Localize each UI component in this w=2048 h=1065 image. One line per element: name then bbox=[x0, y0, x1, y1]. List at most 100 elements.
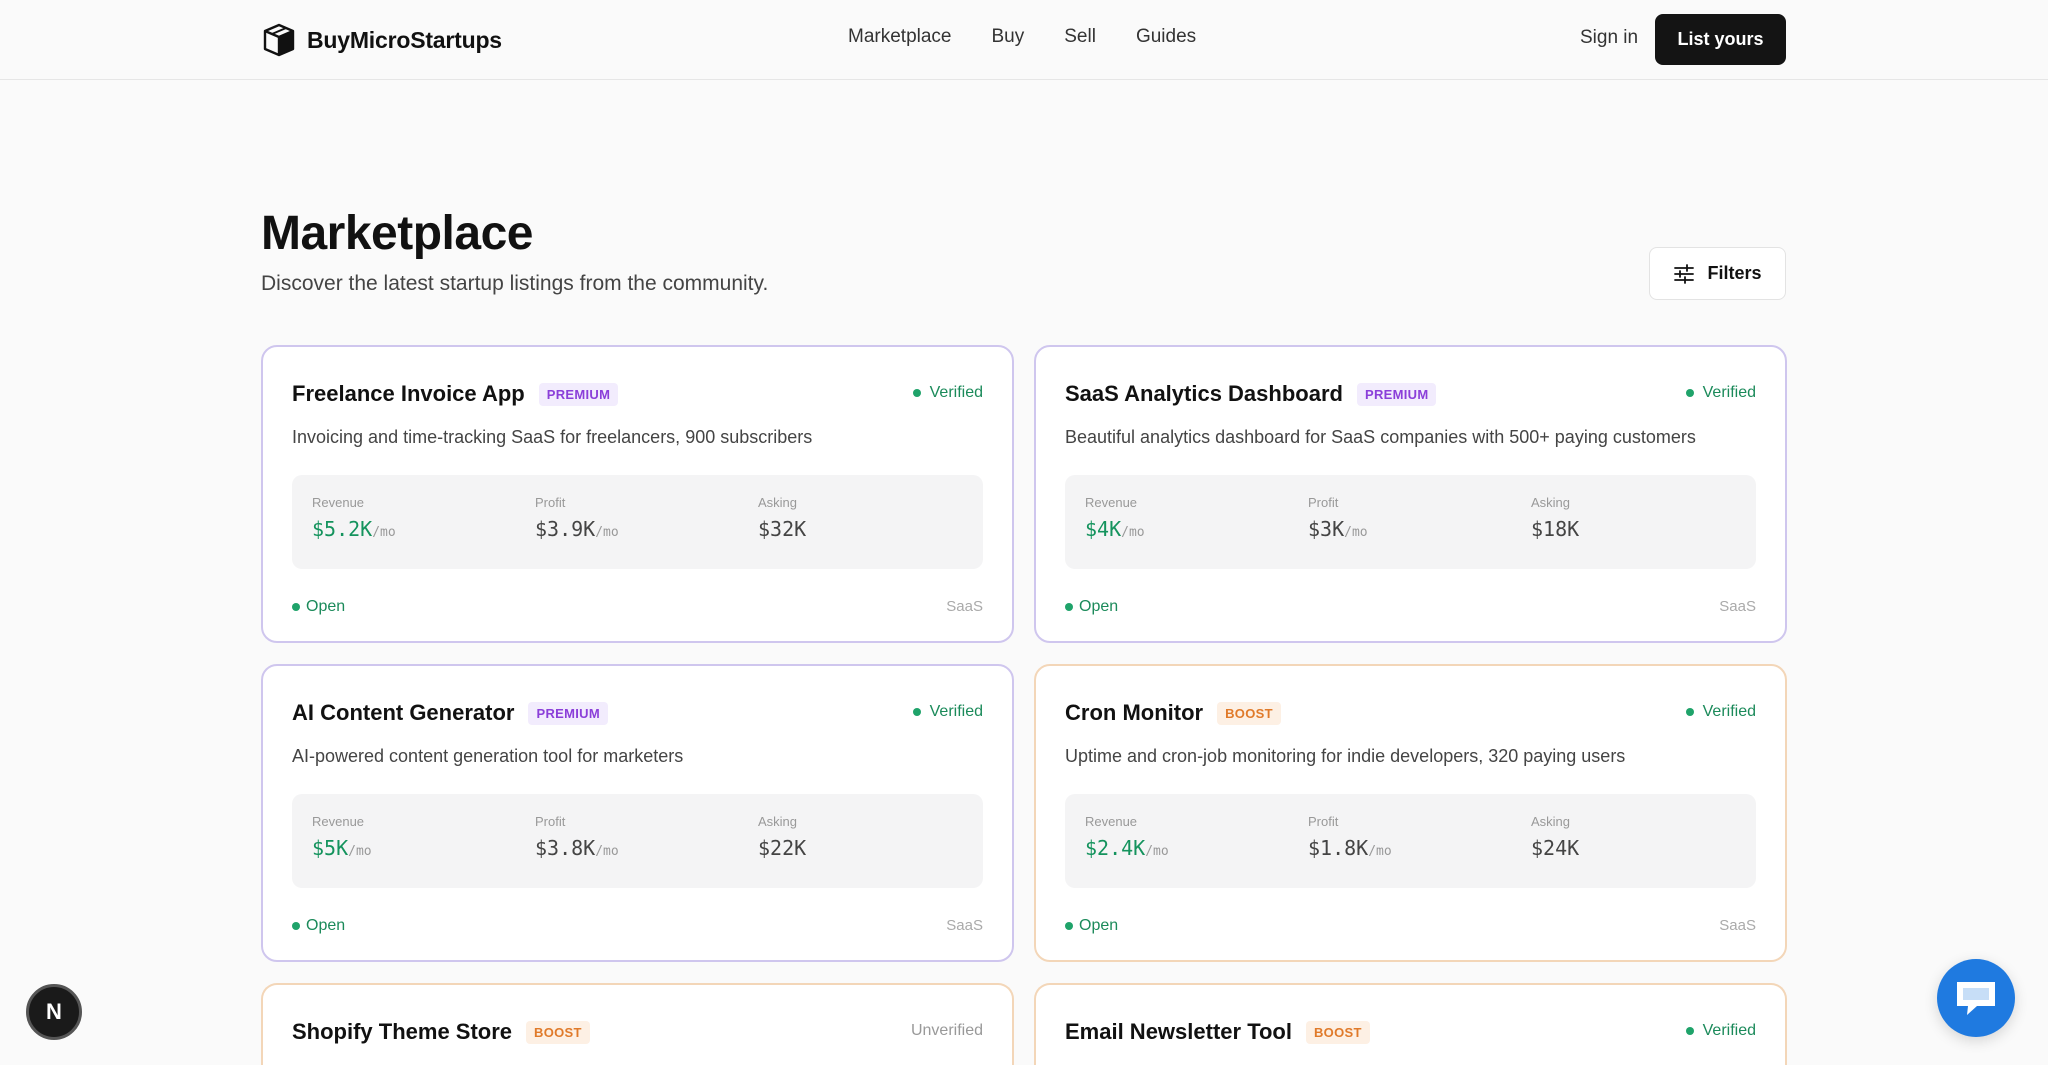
sliders-icon bbox=[1674, 263, 1695, 284]
per-month-label: /mo bbox=[595, 525, 619, 540]
asking-label: Asking bbox=[1531, 814, 1571, 829]
per-month-label: /mo bbox=[372, 525, 396, 540]
boost-tag: BOOST bbox=[1217, 701, 1281, 725]
profit-label: Profit bbox=[535, 814, 566, 829]
filters-label: Filters bbox=[1707, 263, 1762, 283]
listing-card[interactable]: Email Newsletter Tool BOOST Verified bbox=[1034, 983, 1787, 1065]
verified-badge: Verified bbox=[912, 384, 983, 402]
boost-tag: BOOST bbox=[526, 1020, 590, 1044]
list-yours-button[interactable]: List yours bbox=[1655, 14, 1786, 65]
listing-description: Beautiful analytics dashboard for SaaS c… bbox=[1065, 427, 1696, 447]
status-dot-icon bbox=[912, 389, 921, 397]
asking-value: $18K bbox=[1531, 517, 1580, 541]
listing-card[interactable]: Shopify Theme Store BOOST Unverified bbox=[261, 983, 1014, 1065]
page-title: Marketplace bbox=[261, 207, 533, 260]
filters-button[interactable]: Filters bbox=[1649, 247, 1786, 300]
listing-title: Freelance Invoice App bbox=[292, 381, 525, 406]
listing-title: Shopify Theme Store bbox=[292, 1019, 513, 1044]
status-dot-icon bbox=[1685, 1027, 1694, 1035]
profit-label: Profit bbox=[1308, 495, 1339, 510]
site-header: BuyMicroStartups Marketplace Buy Sell Gu… bbox=[0, 0, 2048, 80]
status-dot-icon bbox=[292, 922, 300, 930]
revenue-value: $4K bbox=[1085, 517, 1122, 541]
status-indicator: Open bbox=[292, 917, 345, 935]
verified-label: Verified bbox=[1702, 1022, 1756, 1039]
listing-card[interactable]: SaaS Analytics Dashboard PREMIUM Verifie… bbox=[1034, 345, 1787, 643]
nav-buy[interactable]: Buy bbox=[992, 26, 1025, 48]
status-label: Open bbox=[306, 917, 346, 934]
asking-metric: Asking $22K bbox=[758, 814, 806, 860]
status-label: Open bbox=[1079, 917, 1119, 934]
sign-in-link[interactable]: Sign in bbox=[1580, 27, 1638, 49]
verified-label: Verified bbox=[1702, 384, 1756, 401]
listing-description: Invoicing and time-tracking SaaS for fre… bbox=[292, 427, 813, 447]
revenue-label: Revenue bbox=[312, 495, 365, 510]
asking-metric: Asking $18K bbox=[1531, 495, 1579, 541]
profit-label: Profit bbox=[535, 495, 566, 510]
asking-metric: Asking $32K bbox=[758, 495, 806, 541]
profit-value: $3.9K bbox=[535, 517, 596, 541]
revenue-label: Revenue bbox=[312, 814, 365, 829]
revenue-metric: Revenue $5K/mo bbox=[312, 814, 372, 860]
per-month-label: /mo bbox=[348, 844, 372, 859]
chat-button[interactable] bbox=[1937, 959, 2015, 1037]
listing-card[interactable]: AI Content Generator PREMIUM Verified AI… bbox=[261, 664, 1014, 962]
listing-title: Email Newsletter Tool bbox=[1065, 1019, 1292, 1044]
per-month-label: /mo bbox=[595, 844, 619, 859]
asking-value: $22K bbox=[758, 836, 807, 860]
premium-tag: PREMIUM bbox=[528, 701, 608, 725]
brand-logo[interactable]: BuyMicroStartups bbox=[261, 22, 502, 58]
asking-label: Asking bbox=[758, 814, 798, 829]
verified-badge: Verified bbox=[1685, 384, 1756, 402]
profit-label: Profit bbox=[1308, 814, 1339, 829]
profit-metric: Profit $3.8K/mo bbox=[535, 814, 619, 860]
profit-value: $3.8K bbox=[535, 836, 596, 860]
asking-label: Asking bbox=[758, 495, 798, 510]
status-dot-icon bbox=[292, 603, 300, 611]
category-label: SaaS bbox=[946, 598, 983, 615]
nav-marketplace[interactable]: Marketplace bbox=[848, 26, 952, 48]
asking-metric: Asking $24K bbox=[1531, 814, 1579, 860]
revenue-value: $2.4K bbox=[1085, 836, 1146, 860]
category-label: SaaS bbox=[1719, 917, 1756, 934]
listing-title: Cron Monitor bbox=[1065, 700, 1204, 725]
status-dot-icon bbox=[1065, 603, 1073, 611]
per-month-label: /mo bbox=[1368, 844, 1392, 859]
asking-value: $24K bbox=[1531, 836, 1580, 860]
per-month-label: /mo bbox=[1344, 525, 1368, 540]
verified-label: Verified bbox=[1702, 703, 1756, 720]
premium-tag: PREMIUM bbox=[1356, 382, 1437, 406]
category-label: SaaS bbox=[946, 917, 983, 934]
profit-value: $1.8K bbox=[1308, 836, 1369, 860]
per-month-label: /mo bbox=[1145, 844, 1169, 859]
status-dot-icon bbox=[912, 708, 921, 716]
nav-sell[interactable]: Sell bbox=[1064, 26, 1096, 48]
revenue-metric: Revenue $5.2K/mo bbox=[312, 495, 396, 541]
premium-tag: PREMIUM bbox=[538, 382, 619, 406]
listing-card[interactable]: Freelance Invoice App PREMIUM Verified I… bbox=[261, 345, 1014, 643]
status-indicator: Open bbox=[1065, 917, 1118, 935]
page-subtitle: Discover the latest startup listings fro… bbox=[261, 272, 769, 295]
status-dot-icon bbox=[1065, 922, 1073, 930]
verified-badge: Verified bbox=[912, 703, 983, 721]
status-label: Open bbox=[306, 598, 346, 615]
revenue-label: Revenue bbox=[1085, 814, 1138, 829]
unverified-label: Unverified bbox=[910, 1022, 983, 1039]
listing-card[interactable]: Cron Monitor BOOST Verified Uptime and c… bbox=[1034, 664, 1787, 962]
profit-metric: Profit $1.8K/mo bbox=[1308, 814, 1392, 860]
profit-metric: Profit $3.9K/mo bbox=[535, 495, 619, 541]
dev-tools-badge[interactable]: N bbox=[26, 984, 82, 1040]
revenue-metric: Revenue $4K/mo bbox=[1085, 495, 1145, 541]
main-nav: Marketplace Buy Sell Guides bbox=[848, 26, 1196, 48]
status-indicator: Open bbox=[1065, 598, 1118, 616]
listing-title: SaaS Analytics Dashboard bbox=[1065, 381, 1343, 406]
per-month-label: /mo bbox=[1121, 525, 1145, 540]
listing-metrics: Revenue $5K/mo Profit $3.8K/mo Asking $2… bbox=[292, 794, 983, 888]
revenue-value: $5.2K bbox=[312, 517, 373, 541]
nav-guides[interactable]: Guides bbox=[1136, 26, 1196, 48]
verified-badge: Verified bbox=[1685, 1022, 1756, 1040]
listing-metrics: Revenue $2.4K/mo Profit $1.8K/mo Asking … bbox=[1065, 794, 1756, 888]
status-dot-icon bbox=[1685, 708, 1694, 716]
revenue-metric: Revenue $2.4K/mo bbox=[1085, 814, 1169, 860]
listing-title: AI Content Generator bbox=[292, 700, 515, 725]
